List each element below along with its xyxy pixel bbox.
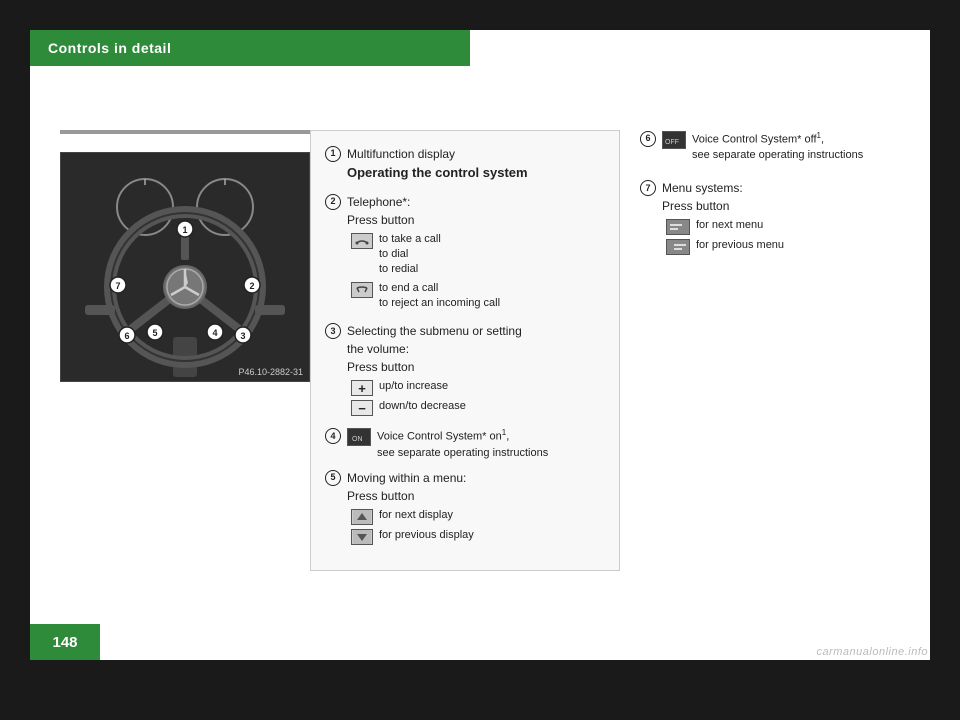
minus-icon: − bbox=[351, 400, 373, 416]
item-2-sub1-text: to take a callto dialto redial bbox=[379, 232, 441, 278]
item-6-row: 6 OFF Voice Control System* off1,see sep… bbox=[640, 130, 920, 163]
item-5-sub1: for next display bbox=[351, 508, 605, 525]
item-3-sub1: + up/to increase bbox=[351, 379, 605, 396]
item-3-sub2: − down/to decrease bbox=[351, 399, 605, 416]
svg-text:6: 6 bbox=[124, 331, 129, 341]
item-5-label: Moving within a menu: bbox=[347, 469, 605, 487]
right-panel: 6 OFF Voice Control System* off1,see sep… bbox=[640, 130, 920, 274]
header-bar: Controls in detail bbox=[30, 30, 470, 66]
item-5-sub2-text: for previous display bbox=[379, 528, 474, 543]
item-2-sub2-text: to end a callto reject an incoming call bbox=[379, 281, 500, 312]
item-1-subtitle: Operating the control system bbox=[347, 163, 605, 183]
circle-7: 7 bbox=[640, 180, 656, 196]
item-4-label-row: ON Voice Control System* on1,see separat… bbox=[347, 427, 605, 460]
item-2-row: 2 Telephone*: Press button to take a cal… bbox=[325, 193, 605, 315]
svg-text:4: 4 bbox=[212, 328, 217, 338]
nav-up-icon bbox=[351, 509, 373, 525]
steering-wheel-image: 1 7 2 6 5 4 3 P46.10-2882-31 bbox=[60, 152, 310, 382]
circle-5: 5 bbox=[325, 470, 341, 486]
photo-caption: P46.10-2882-31 bbox=[238, 367, 303, 377]
plus-icon: + bbox=[351, 380, 373, 396]
item-4-text: Voice Control System* on1,see separate o… bbox=[377, 427, 548, 460]
menu-next-icon bbox=[666, 219, 690, 235]
item-7-desc: Press button bbox=[662, 197, 920, 215]
decorative-bar bbox=[60, 130, 310, 134]
item-2-sub2: to end a callto reject an incoming call bbox=[351, 281, 605, 312]
svg-text:OFF: OFF bbox=[665, 139, 679, 146]
circle-3: 3 bbox=[325, 323, 341, 339]
item-5-sub2: for previous display bbox=[351, 528, 605, 545]
phone-hangup-icon bbox=[351, 282, 373, 298]
image-area: 1 7 2 6 5 4 3 P46.10-2882-31 bbox=[60, 130, 330, 382]
watermark: carmanualonline.info bbox=[816, 646, 928, 658]
item-5-content: Moving within a menu: Press button for n… bbox=[347, 469, 605, 548]
item-7-content: Menu systems: Press button for next menu… bbox=[662, 179, 920, 258]
content-box: 1 Multifunction display Operating the co… bbox=[310, 130, 620, 571]
item-3-row: 3 Selecting the submenu or setting the v… bbox=[325, 322, 605, 419]
circle-4: 4 bbox=[325, 428, 341, 444]
circle-2: 2 bbox=[325, 194, 341, 210]
item-1-row: 1 Multifunction display Operating the co… bbox=[325, 145, 605, 185]
item-3-content: Selecting the submenu or setting the vol… bbox=[347, 322, 605, 419]
nav-down-icon bbox=[351, 529, 373, 545]
page-number-box: 148 bbox=[30, 624, 100, 660]
svg-text:7: 7 bbox=[115, 281, 120, 291]
menu-prev-icon bbox=[666, 239, 690, 255]
voice-on-icon: ON bbox=[347, 428, 371, 446]
item-3-sub1-text: up/to increase bbox=[379, 379, 448, 394]
item-3-desc: Press button bbox=[347, 358, 605, 376]
svg-text:3: 3 bbox=[240, 331, 245, 341]
item-7-sub2: for previous menu bbox=[666, 238, 920, 255]
item-7-row: 7 Menu systems: Press button for next me… bbox=[640, 179, 920, 258]
svg-text:2: 2 bbox=[249, 281, 254, 291]
item-7-sub1-text: for next menu bbox=[696, 218, 763, 233]
circle-6: 6 bbox=[640, 131, 656, 147]
item-5-sub1-text: for next display bbox=[379, 508, 453, 523]
item-7-sub1: for next menu bbox=[666, 218, 920, 235]
item-2-sub1: to take a callto dialto redial bbox=[351, 232, 605, 278]
svg-text:ON: ON bbox=[352, 436, 363, 443]
item-1-title: Multifunction display bbox=[347, 145, 605, 163]
header-title: Controls in detail bbox=[48, 40, 171, 56]
item-4-content: ON Voice Control System* on1,see separat… bbox=[347, 427, 605, 460]
svg-text:5: 5 bbox=[152, 328, 157, 338]
item-5-row: 5 Moving within a menu: Press button for… bbox=[325, 469, 605, 548]
item-6-text: Voice Control System* off1,see separate … bbox=[692, 130, 863, 163]
item-7-sub2-text: for previous menu bbox=[696, 238, 784, 253]
circle-1: 1 bbox=[325, 146, 341, 162]
phone-pickup-icon bbox=[351, 233, 373, 249]
item-2-content: Telephone*: Press button to take a callt… bbox=[347, 193, 605, 315]
voice-off-icon: OFF bbox=[662, 131, 686, 149]
item-3-sub2-text: down/to decrease bbox=[379, 399, 466, 414]
item-6-label-row: OFF Voice Control System* off1,see separ… bbox=[662, 130, 920, 163]
item-4-row: 4 ON Voice Control System* on1,see separ… bbox=[325, 427, 605, 460]
item-2-label: Telephone*: bbox=[347, 193, 605, 211]
item-6-content: OFF Voice Control System* off1,see separ… bbox=[662, 130, 920, 163]
item-3-label2: the volume: bbox=[347, 340, 605, 358]
svg-text:1: 1 bbox=[182, 225, 187, 235]
item-5-desc: Press button bbox=[347, 487, 605, 505]
item-2-desc: Press button bbox=[347, 211, 605, 229]
page-number: 148 bbox=[52, 634, 77, 651]
item-3-label: Selecting the submenu or setting bbox=[347, 322, 605, 340]
item-1-content: Multifunction display Operating the cont… bbox=[347, 145, 605, 185]
item-7-label: Menu systems: bbox=[662, 179, 920, 197]
